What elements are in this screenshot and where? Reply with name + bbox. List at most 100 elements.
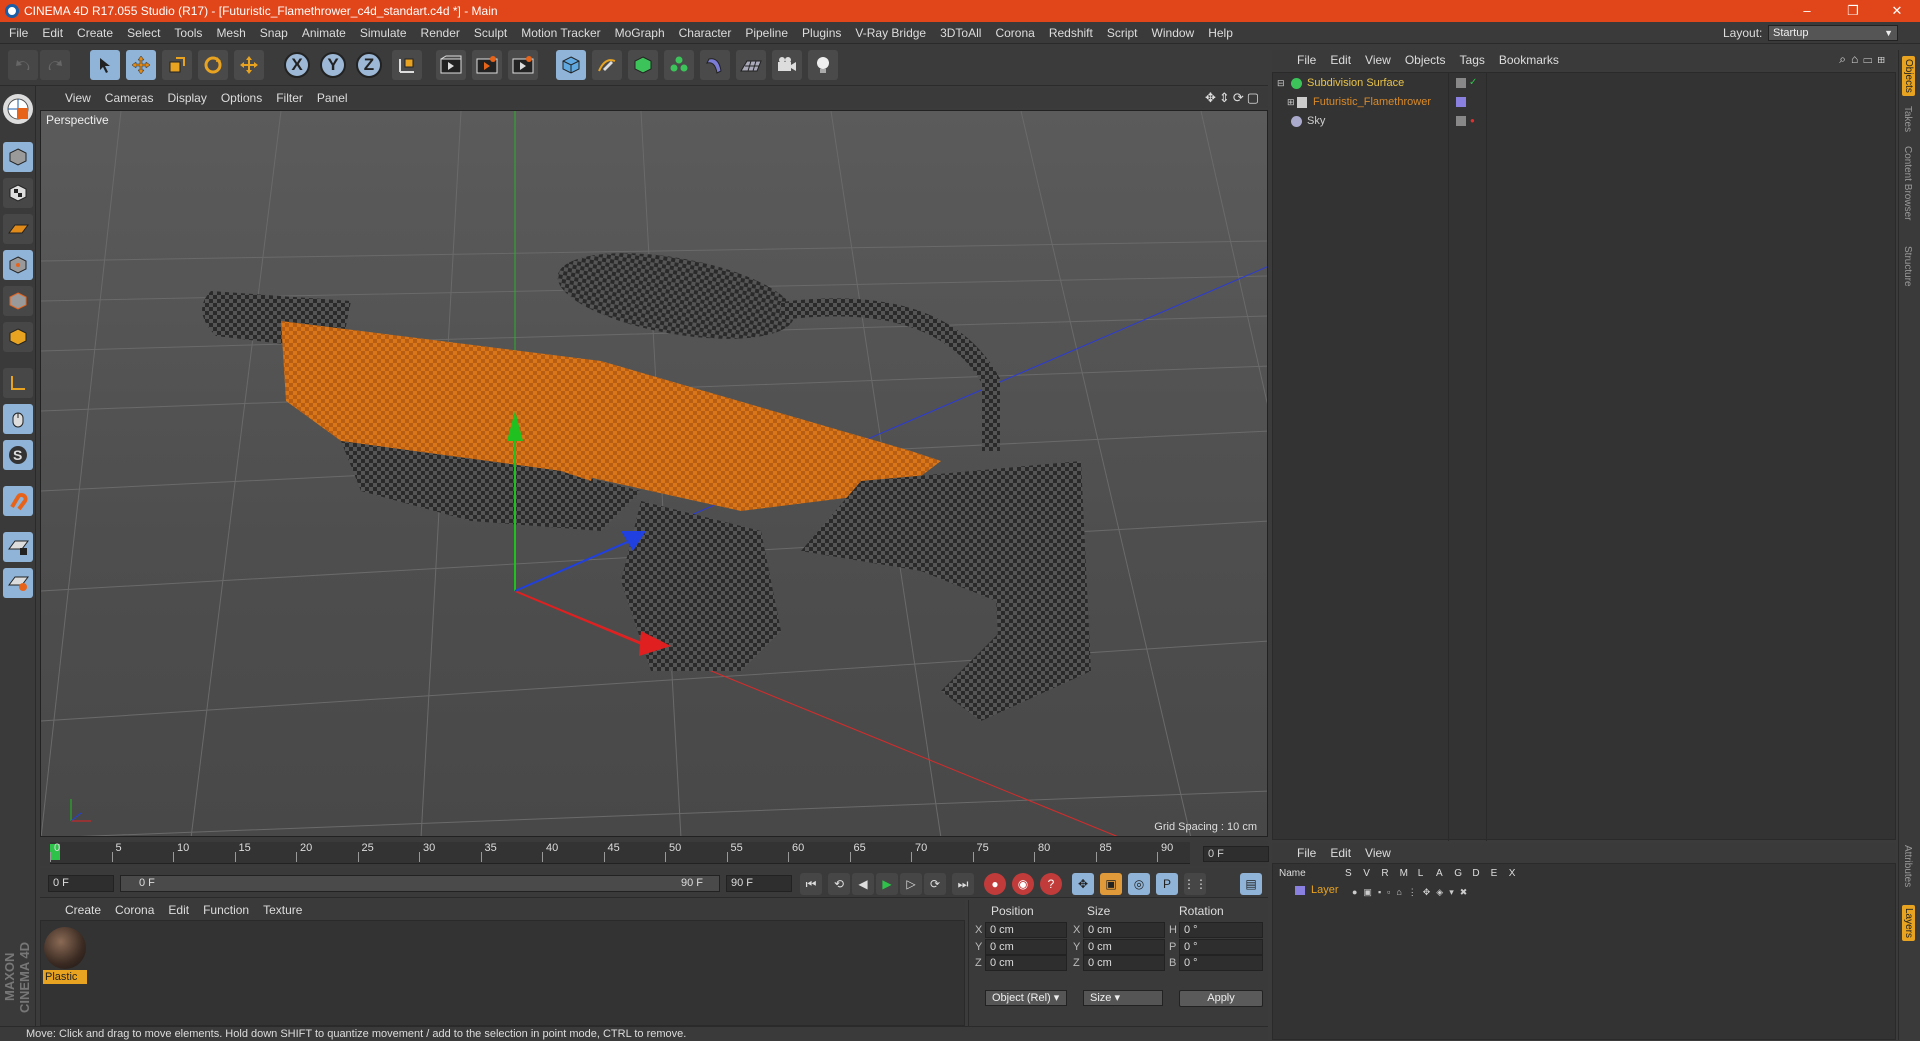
viewport-menu-panel[interactable]: Panel: [310, 88, 355, 108]
render-view-icon[interactable]: [436, 50, 466, 80]
object-menu-bookmarks[interactable]: Bookmarks: [1492, 50, 1566, 70]
size-x-field[interactable]: 0 cm: [1083, 922, 1165, 938]
menu-select[interactable]: Select: [120, 22, 167, 44]
menu-animate[interactable]: Animate: [295, 22, 353, 44]
workplane-mode-icon[interactable]: [3, 214, 33, 244]
key-position-icon[interactable]: ✥: [1072, 873, 1094, 895]
move-icon[interactable]: [126, 50, 156, 80]
tab-attributes[interactable]: Attributes: [1902, 845, 1913, 887]
material-menu-edit[interactable]: Edit: [161, 900, 196, 920]
current-frame-field[interactable]: 0 F: [1203, 846, 1269, 862]
material-name[interactable]: Plastic: [43, 970, 87, 984]
rotation-p-field[interactable]: 0 °: [1179, 938, 1263, 955]
object-menu-view[interactable]: View: [1358, 50, 1398, 70]
menu-character[interactable]: Character: [672, 22, 739, 44]
menu-file[interactable]: File: [2, 22, 35, 44]
camera-icon[interactable]: [772, 50, 802, 80]
snap-icon[interactable]: S: [3, 440, 33, 470]
viewport-nav-icons[interactable]: ✥⇕⟳▢: [1205, 90, 1262, 106]
subdivision-icon[interactable]: [628, 50, 658, 80]
cloner-icon[interactable]: [664, 50, 694, 80]
magnet-icon[interactable]: [3, 486, 33, 516]
edit-render-settings-icon[interactable]: [508, 50, 538, 80]
light-icon[interactable]: [808, 50, 838, 80]
keyframe-selection-icon[interactable]: ?: [1040, 873, 1062, 895]
menu-mesh[interactable]: Mesh: [209, 22, 252, 44]
layer-column-m[interactable]: M: [1400, 868, 1408, 879]
polygons-mode-icon[interactable]: [3, 322, 33, 352]
layer-column-name[interactable]: Name: [1279, 868, 1306, 879]
points-mode-icon[interactable]: [3, 250, 33, 280]
position-z-field[interactable]: 0 cm: [985, 955, 1067, 971]
deformer-icon[interactable]: [700, 50, 730, 80]
size-z-field[interactable]: 0 cm: [1083, 955, 1165, 971]
coordinate-mode-dropdown[interactable]: Object (Rel) ▾: [985, 990, 1067, 1006]
floor-icon[interactable]: [736, 50, 766, 80]
position-y-field[interactable]: 0 cm: [985, 938, 1067, 955]
layer-column-x[interactable]: X: [1509, 868, 1516, 879]
size-mode-dropdown[interactable]: Size ▾: [1083, 990, 1163, 1006]
layer-column-g[interactable]: G: [1454, 868, 1462, 879]
y-axis-icon[interactable]: Y: [320, 52, 346, 78]
menu-edit[interactable]: Edit: [35, 22, 70, 44]
cube-icon[interactable]: [556, 50, 586, 80]
rotation-b-field[interactable]: 0 °: [1179, 955, 1263, 971]
viewport-menu-options[interactable]: Options: [214, 88, 269, 108]
layer-menu-edit[interactable]: Edit: [1323, 843, 1358, 863]
next-key-icon[interactable]: ⟳: [924, 873, 946, 895]
size-y-field[interactable]: 0 cm: [1083, 938, 1165, 955]
record-keys-icon[interactable]: ●: [984, 873, 1006, 895]
object-row-futuristic-flamethrower[interactable]: ⊞ Futuristic_Flamethrower: [1273, 93, 1897, 112]
object-menu-edit[interactable]: Edit: [1323, 50, 1358, 70]
viewport-menu-display[interactable]: Display: [160, 88, 213, 108]
material-thumbnail[interactable]: [44, 927, 86, 969]
key-pla-icon[interactable]: ⋮⋮: [1183, 873, 1207, 895]
edges-mode-icon[interactable]: [3, 286, 33, 316]
start-frame-field[interactable]: 0 F: [48, 875, 114, 892]
menu-render[interactable]: Render: [414, 22, 467, 44]
key-scale-icon[interactable]: ▣: [1100, 873, 1122, 895]
menu-window[interactable]: Window: [1145, 22, 1202, 44]
object-menu-file[interactable]: File: [1290, 50, 1323, 70]
z-axis-icon[interactable]: Z: [356, 52, 382, 78]
object-name[interactable]: Subdivision Surface: [1307, 74, 1404, 93]
play-icon[interactable]: ▶: [876, 873, 898, 895]
timeline-ruler[interactable]: 0 5 10 15 20 25 30 35 40 45 50 55 60 65 70 75 80 85 90 0 F: [40, 840, 1269, 866]
layer-row[interactable]: Layer ●▣▪▫⌂⋮✥◈▾✖: [1273, 883, 1897, 898]
menu-create[interactable]: Create: [70, 22, 120, 44]
tab-takes[interactable]: Takes: [1902, 106, 1913, 132]
layer-name[interactable]: Layer: [1311, 883, 1339, 898]
viewport-menu-filter[interactable]: Filter: [269, 88, 310, 108]
pen-spline-icon[interactable]: [592, 50, 622, 80]
end-frame-field[interactable]: 90 F: [726, 875, 792, 892]
material-menu-corona[interactable]: Corona: [108, 900, 161, 920]
layer-column-d[interactable]: D: [1472, 868, 1479, 879]
object-name[interactable]: Sky: [1307, 112, 1325, 131]
key-parameter-icon[interactable]: P: [1156, 873, 1178, 895]
menu-simulate[interactable]: Simulate: [353, 22, 414, 44]
undo-icon[interactable]: [8, 50, 38, 80]
object-menu-objects[interactable]: Objects: [1398, 50, 1453, 70]
layer-color-swatch[interactable]: [1295, 886, 1305, 895]
previous-frame-icon[interactable]: ◀: [852, 873, 874, 895]
render-picture-viewer-icon[interactable]: [472, 50, 502, 80]
tab-objects[interactable]: Objects: [1902, 56, 1915, 96]
timeline-window-icon[interactable]: ▤: [1240, 873, 1262, 895]
layer-menu-file[interactable]: File: [1290, 843, 1323, 863]
layer-column-r[interactable]: R: [1381, 868, 1388, 879]
tab-content-browser[interactable]: Content Browser: [1902, 146, 1913, 220]
menu-redshift[interactable]: Redshift: [1042, 22, 1100, 44]
layer-column-e[interactable]: E: [1491, 868, 1498, 879]
material-menu-texture[interactable]: Texture: [256, 900, 309, 920]
menu-corona[interactable]: Corona: [988, 22, 1041, 44]
scale-icon[interactable]: [162, 50, 192, 80]
model-mode-icon[interactable]: [3, 142, 33, 172]
object-manager-tools-icons[interactable]: ⌕⌂▭⊞: [1839, 52, 1890, 67]
go-to-start-icon[interactable]: ⏮: [800, 873, 822, 895]
rotate-icon[interactable]: [198, 50, 228, 80]
make-editable-icon[interactable]: [3, 94, 33, 124]
tab-structure[interactable]: Structure: [1902, 246, 1913, 287]
material-menu-function[interactable]: Function: [196, 900, 256, 920]
go-to-end-icon[interactable]: ⏭: [952, 873, 974, 895]
texture-mode-icon[interactable]: [3, 178, 33, 208]
